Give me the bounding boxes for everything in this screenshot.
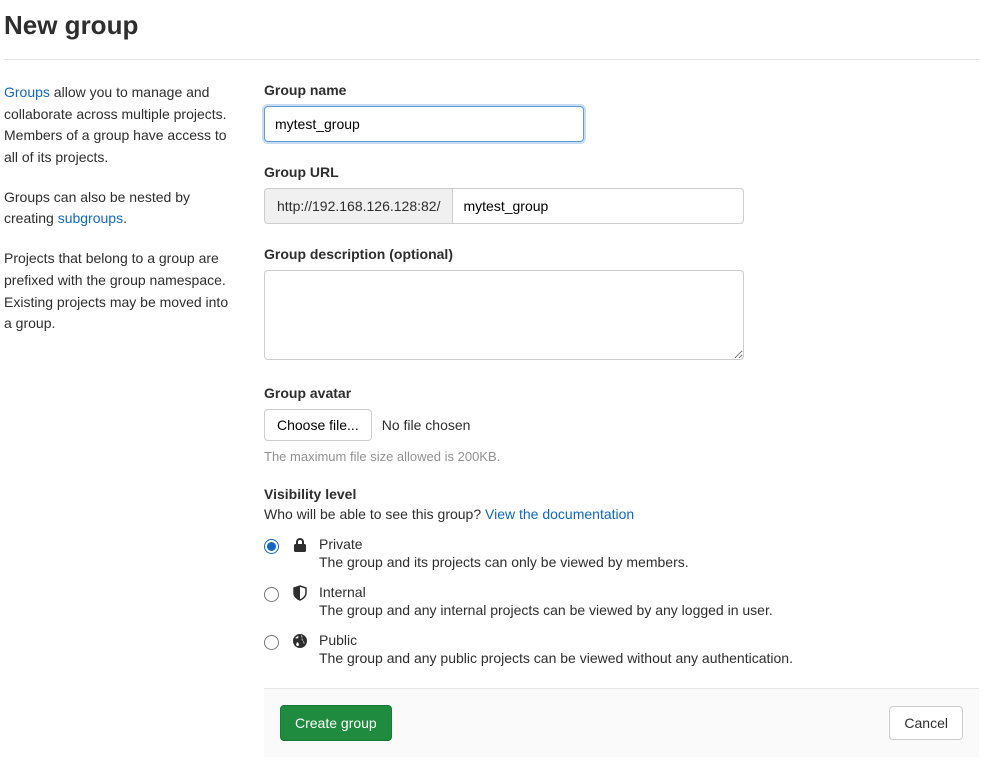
visibility-title-public: Public [319, 632, 793, 648]
cancel-button[interactable]: Cancel [889, 706, 963, 740]
group-description-input[interactable] [264, 270, 744, 360]
radio-text: Public The group and any public projects… [319, 632, 793, 666]
sidebar-p2-post: . [123, 210, 127, 226]
visibility-sub-public: The group and any public projects can be… [319, 650, 793, 666]
group-name-input[interactable] [264, 106, 584, 142]
visibility-label: Visibility level [264, 486, 979, 502]
file-status: No file chosen [382, 417, 471, 433]
shield-icon [291, 584, 309, 602]
page-title: New group [4, 0, 979, 59]
sidebar-paragraph-2: Groups can also be nested by creating su… [4, 187, 234, 230]
visibility-option-public: Public The group and any public projects… [264, 632, 979, 666]
main-content: Groups allow you to manage and collabora… [4, 82, 979, 757]
visibility-title-private: Private [319, 536, 689, 552]
create-group-button[interactable]: Create group [280, 705, 392, 741]
groups-link[interactable]: Groups [4, 84, 50, 100]
group-description-label: Group description (optional) [264, 246, 979, 262]
choose-file-button[interactable]: Choose file... [264, 409, 372, 441]
visibility-option-private: Private The group and its projects can o… [264, 536, 979, 570]
visibility-sub-private: The group and its projects can only be v… [319, 554, 689, 570]
radio-text: Private The group and its projects can o… [319, 536, 689, 570]
group-avatar-label: Group avatar [264, 385, 979, 401]
sidebar-help: Groups allow you to manage and collabora… [4, 82, 234, 353]
subgroups-link[interactable]: subgroups [58, 210, 123, 226]
footer-bar: Create group Cancel [264, 688, 979, 757]
file-row: Choose file... No file chosen [264, 409, 979, 441]
lock-icon [291, 536, 309, 554]
sidebar-paragraph-3: Projects that belong to a group are pref… [4, 248, 234, 335]
radio-body: Private The group and its projects can o… [291, 536, 689, 570]
group-url-row: http://192.168.126.128:82/ [264, 188, 744, 224]
visibility-desc-text: Who will be able to see this group? [264, 506, 485, 522]
visibility-title-internal: Internal [319, 584, 773, 600]
group-description-field: Group description (optional) [264, 246, 979, 363]
group-url-field: Group URL http://192.168.126.128:82/ [264, 164, 979, 224]
visibility-description: Who will be able to see this group? View… [264, 506, 979, 522]
visibility-doc-link[interactable]: View the documentation [485, 506, 634, 522]
avatar-hint: The maximum file size allowed is 200KB. [264, 449, 979, 464]
visibility-radio-internal[interactable] [264, 587, 279, 602]
radio-text: Internal The group and any internal proj… [319, 584, 773, 618]
visibility-radio-public[interactable] [264, 635, 279, 650]
globe-icon [291, 632, 309, 650]
group-name-label: Group name [264, 82, 979, 98]
group-url-label: Group URL [264, 164, 979, 180]
group-url-prefix: http://192.168.126.128:82/ [264, 188, 452, 224]
form-content: Group name Group URL http://192.168.126.… [264, 82, 979, 757]
radio-body: Internal The group and any internal proj… [291, 584, 773, 618]
title-separator [4, 59, 979, 60]
group-url-input[interactable] [452, 188, 744, 224]
radio-body: Public The group and any public projects… [291, 632, 793, 666]
visibility-radio-private[interactable] [264, 539, 279, 554]
visibility-field: Visibility level Who will be able to see… [264, 486, 979, 666]
group-avatar-field: Group avatar Choose file... No file chos… [264, 385, 979, 464]
visibility-option-internal: Internal The group and any internal proj… [264, 584, 979, 618]
visibility-sub-internal: The group and any internal projects can … [319, 602, 773, 618]
sidebar-paragraph-1: Groups allow you to manage and collabora… [4, 82, 234, 169]
group-name-field: Group name [264, 82, 979, 142]
